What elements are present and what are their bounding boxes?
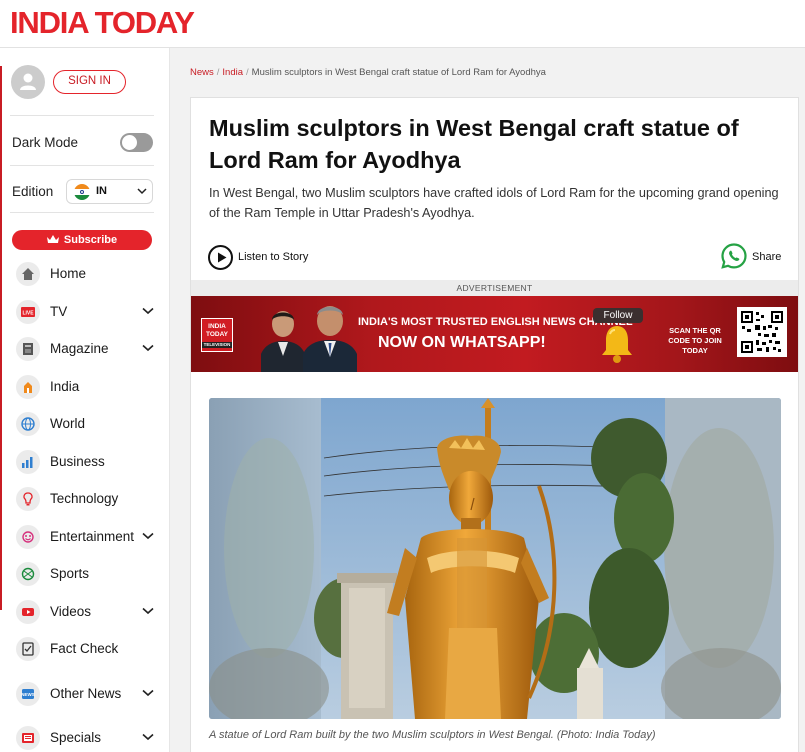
user-icon (20, 73, 36, 90)
subscribe-button[interactable]: Subscribe (12, 230, 152, 250)
anchor-portrait-1 (261, 311, 305, 372)
chevron-down-icon[interactable] (142, 733, 154, 741)
sidebar-item-label: India (50, 379, 80, 394)
svg-text:NEWS: NEWS (21, 692, 35, 697)
ad-logo-text: INDIA TODAY (205, 323, 229, 338)
crown-icon (46, 235, 59, 243)
qr-code-icon (737, 307, 787, 357)
article-summary: In West Bengal, two Muslim sculptors hav… (209, 186, 779, 220)
sidebar-item-label: Other News (50, 686, 122, 701)
share-label: Share (752, 251, 782, 263)
sidebar-item-tv[interactable]: LIVE TV (16, 297, 161, 327)
sidebar-item-label: World (50, 416, 86, 431)
article-card: Muslim sculptors in West Bengal craft st… (190, 97, 799, 752)
edition-label: Edition (12, 184, 54, 199)
article-photo[interactable] (209, 398, 781, 719)
live-tv-icon: LIVE (16, 300, 40, 324)
sidebar-item-label: Fact Check (50, 641, 119, 656)
chevron-down-icon[interactable] (142, 344, 154, 352)
dark-mode-toggle[interactable] (120, 133, 153, 152)
chevron-down-icon[interactable] (142, 532, 154, 540)
whatsapp-icon (721, 243, 747, 269)
chevron-down-icon[interactable] (142, 689, 154, 697)
sidebar: SIGN IN Dark Mode Edition IN Subscribe H… (0, 48, 170, 752)
sidebar-item-india[interactable]: India (16, 372, 161, 402)
divider (10, 115, 154, 116)
divider (10, 212, 154, 213)
sidebar-item-business[interactable]: Business (16, 447, 161, 477)
bell-icon (602, 326, 632, 363)
svg-text:LIVE: LIVE (22, 311, 34, 317)
globe-icon (16, 412, 40, 436)
divider (10, 165, 154, 166)
sidebar-item-other-news[interactable]: NEWS Other News (16, 679, 161, 709)
dark-mode-label: Dark Mode (12, 135, 79, 150)
sidebar-item-magazine[interactable]: Magazine (16, 334, 161, 364)
breadcrumb-separator: / (246, 67, 249, 78)
sidebar-item-label: Technology (50, 491, 119, 506)
sidebar-accent-line (0, 66, 2, 610)
chevron-down-icon[interactable] (142, 607, 154, 615)
specials-icon (16, 726, 40, 750)
edition-value: IN (96, 185, 107, 197)
sports-icon (16, 562, 40, 586)
business-chart-icon (16, 450, 40, 474)
sidebar-item-label: Magazine (50, 341, 109, 356)
sidebar-item-specials[interactable]: Specials (16, 723, 161, 752)
home-icon (16, 262, 40, 286)
news-icon: NEWS (16, 682, 40, 706)
ad-qr-text: SCAN THE QR CODE TO JOIN TODAY (668, 326, 722, 355)
technology-icon (16, 487, 40, 511)
photo-caption: A statue of Lord Ram built by the two Mu… (209, 729, 656, 741)
play-icon (208, 245, 233, 270)
advertisement-label: ADVERTISEMENT (191, 280, 798, 296)
india-flag-icon (74, 184, 90, 200)
sign-in-button[interactable]: SIGN IN (53, 70, 126, 94)
anchor-portrait-2 (303, 306, 357, 372)
breadcrumb-link-news[interactable]: News (190, 67, 214, 78)
sidebar-item-sports[interactable]: Sports (16, 559, 161, 589)
fact-check-icon (16, 637, 40, 661)
ad-subheadline: NOW ON WHATSAPP! (378, 334, 546, 351)
sidebar-item-videos[interactable]: Videos (16, 597, 161, 627)
top-header: INDIA TODAY (0, 0, 805, 48)
entertainment-icon (16, 525, 40, 549)
sidebar-item-label: Sports (50, 566, 90, 581)
breadcrumb-current: Muslim sculptors in West Bengal craft st… (251, 67, 546, 78)
breadcrumb: News / India / Muslim sculptors in West Beng… (190, 67, 546, 78)
user-avatar[interactable] (11, 65, 45, 99)
india-icon (16, 375, 40, 399)
sidebar-item-label: Business (50, 454, 105, 469)
toggle-knob (122, 135, 137, 150)
subscribe-label: Subscribe (63, 234, 118, 246)
sidebar-item-home[interactable]: Home (16, 259, 161, 289)
sidebar-item-world[interactable]: World (16, 409, 161, 439)
sidebar-item-label: Home (50, 266, 87, 281)
article-headline: Muslim sculptors in West Bengal craft st… (209, 115, 739, 173)
breadcrumb-link-india[interactable]: India (222, 67, 243, 78)
edition-select[interactable]: IN (66, 179, 153, 204)
ad-headline: INDIA'S MOST TRUSTED ENGLISH NEWS CHANNE… (358, 316, 633, 328)
magazine-icon (16, 337, 40, 361)
sidebar-item-label: Videos (50, 604, 92, 619)
sidebar-item-label: Specials (50, 730, 102, 745)
chevron-down-icon (137, 188, 147, 195)
sidebar-item-label: TV (50, 304, 68, 319)
advertisement-banner[interactable]: INDIA TODAY TELEVISION INDIA'S MOST TRUST… (191, 296, 798, 372)
chevron-down-icon[interactable] (142, 307, 154, 315)
listen-label: Listen to Story (238, 251, 309, 263)
sidebar-item-technology[interactable]: Technology (16, 484, 161, 514)
video-icon (16, 600, 40, 624)
sidebar-item-entertainment[interactable]: Entertainment (16, 522, 161, 552)
ad-logo-sub: TELEVISION (202, 342, 232, 348)
breadcrumb-separator: / (216, 67, 220, 78)
sidebar-item-label: Entertainment (50, 529, 135, 544)
ad-channel-logo: INDIA TODAY TELEVISION (201, 318, 233, 352)
sidebar-item-fact-check[interactable]: Fact Check (16, 634, 161, 664)
india-today-logo[interactable]: INDIA TODAY (10, 5, 195, 41)
